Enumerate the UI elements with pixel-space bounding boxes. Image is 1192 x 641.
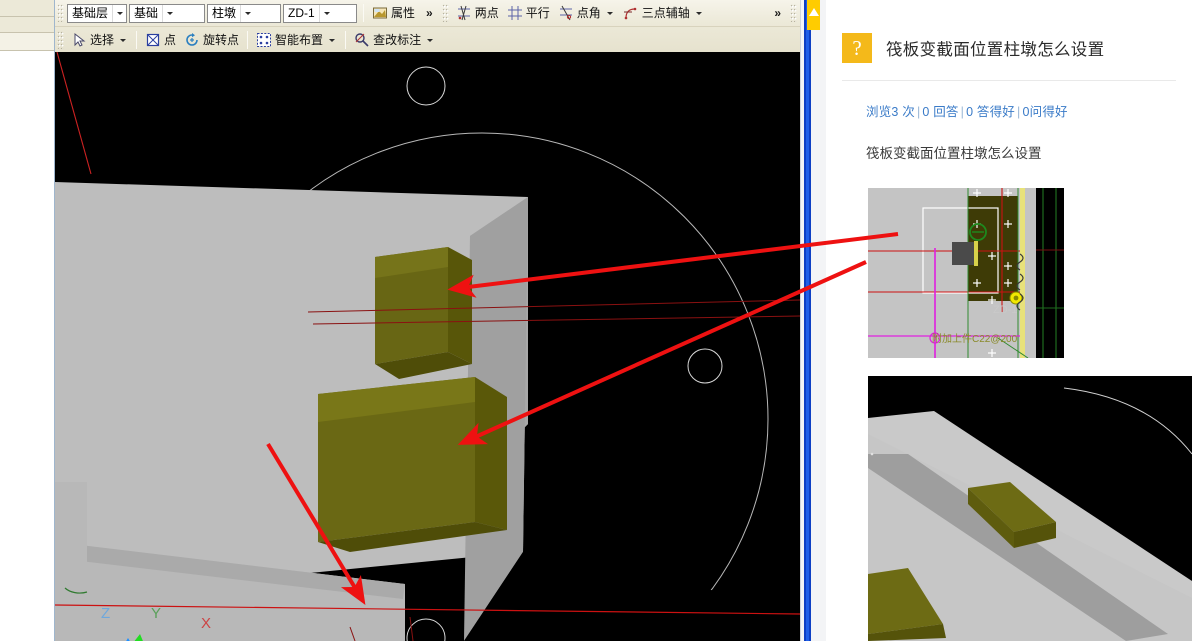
question-title: 筏板变截面位置柱墩怎么设置	[886, 41, 1105, 59]
left-panel-body	[0, 51, 54, 641]
rotate-point-button[interactable]: 旋转点	[180, 29, 243, 51]
question-mark-icon: ?	[842, 33, 872, 63]
smart-layout-icon	[256, 32, 272, 48]
properties-button[interactable]: 属性	[368, 2, 419, 24]
rotate-point-icon	[184, 32, 200, 48]
parallel-button[interactable]: 平行	[503, 2, 554, 24]
scrollbar-rail-inner	[806, 0, 809, 641]
grip-handle-icon-3[interactable]	[790, 4, 797, 22]
chevron-down-icon[interactable]	[328, 34, 337, 46]
left-panel-band-1	[0, 0, 54, 17]
good-answers-count[interactable]: 0 答得好	[966, 105, 1015, 119]
rotate-point-button-label: 旋转点	[203, 32, 240, 47]
edit-annotation-icon	[354, 32, 370, 48]
question-stats: 浏览3 次 | 0 回答 | 0 答得好 | 0问得好	[826, 81, 1192, 120]
toolbar-separator-2	[136, 30, 138, 49]
cad-3d-viewport[interactable]: Z Y X	[55, 52, 800, 641]
scrollbar-rail[interactable]	[804, 0, 811, 641]
combo-element-type[interactable]: 柱墩	[207, 3, 281, 23]
answers-count[interactable]: 0 回答	[922, 105, 958, 119]
properties-button-label: 属性	[391, 6, 416, 20]
three-d-view-screenshot[interactable]	[868, 376, 1192, 641]
chevron-down-icon[interactable]	[426, 34, 435, 46]
toolbar-row-properties: 基础层 基础 柱墩 ZD-1 属性 » 两点 平行 点角 三点辅轴 »	[55, 0, 800, 26]
cad-plan-screenshot[interactable]: ZD-1 附加上件C22@200	[868, 188, 1064, 358]
chevron-down-icon[interactable]	[318, 4, 332, 22]
cad-3d-scene: Z Y X	[55, 52, 800, 641]
combo-floor-level[interactable]: 基础层	[67, 3, 127, 23]
good-questions-count[interactable]: 0问得好	[1022, 105, 1067, 119]
select-button-label: 选择	[90, 32, 115, 47]
point-button[interactable]: 点	[141, 29, 180, 51]
left-panel-band-2	[0, 17, 54, 33]
point-angle-button-label: 点角	[576, 6, 601, 20]
left-side-panel	[0, 0, 55, 641]
three-point-aux-axis-icon	[623, 5, 639, 21]
select-button[interactable]: 选择	[67, 29, 132, 51]
question-header: ? 筏板变截面位置柱墩怎么设置	[826, 0, 1192, 74]
point-angle-button[interactable]: 点角	[554, 2, 619, 24]
scrollbar-thumb[interactable]	[807, 0, 820, 30]
chevron-down-icon[interactable]	[695, 7, 704, 19]
two-point-button-label: 两点	[474, 6, 499, 20]
two-point-button[interactable]: 两点	[452, 2, 503, 24]
edit-annotation-button[interactable]: 查改标注	[350, 29, 439, 51]
chevron-down-icon[interactable]	[606, 7, 615, 19]
chevron-down-icon[interactable]	[162, 4, 175, 22]
properties-icon	[372, 5, 388, 21]
axis-label-z: Z	[101, 605, 110, 622]
toolbar-separator-3	[247, 30, 249, 49]
combo-floor-level-value: 基础层	[72, 5, 109, 20]
toolbar-separator	[363, 4, 364, 22]
three-point-aux-axis-button-label: 三点辅轴	[641, 6, 690, 20]
chevron-down-icon[interactable]	[240, 4, 253, 22]
point-icon	[145, 32, 161, 48]
toolbar-separator-4	[345, 30, 347, 49]
screen-root: 基础层 基础 柱墩 ZD-1 属性 » 两点 平行 点角 三点辅轴 » 选择 点…	[0, 0, 1192, 641]
stat-separator-2: |	[960, 105, 965, 119]
axis-label-y: Y	[151, 605, 161, 622]
axis-label-x: X	[201, 615, 211, 632]
grip-handle-icon[interactable]	[57, 4, 64, 22]
smart-layout-button[interactable]: 智能布置	[252, 29, 341, 51]
left-panel-band-3	[0, 33, 54, 51]
plan-rebar-note: 附加上件C22@200	[932, 332, 1018, 345]
combo-category-value: 基础	[134, 5, 159, 20]
parallel-button-label: 平行	[525, 6, 550, 20]
cursor-icon	[71, 32, 87, 48]
grip-handle-icon-4[interactable]	[57, 30, 64, 49]
chevron-down-icon[interactable]	[119, 34, 128, 46]
grip-handle-icon-2[interactable]	[441, 4, 449, 22]
toolbar-overflow-chevron-2[interactable]: »	[767, 6, 788, 20]
point-angle-icon	[558, 5, 574, 21]
plan-element-label: ZD-1	[993, 304, 1017, 316]
toolbar-area: 基础层 基础 柱墩 ZD-1 属性 » 两点 平行 点角 三点辅轴 » 选择 点…	[55, 0, 800, 52]
combo-element-name-value: ZD-1	[288, 5, 315, 20]
edit-annotation-button-label: 查改标注	[373, 32, 422, 47]
two-point-icon	[456, 5, 472, 21]
three-point-aux-axis-button[interactable]: 三点辅轴	[619, 2, 708, 24]
question-body-text: 筏板变截面位置柱墩怎么设置	[866, 146, 1042, 161]
combo-element-name[interactable]: ZD-1	[283, 3, 357, 23]
parallel-icon	[507, 5, 523, 21]
smart-layout-button-label: 智能布置	[275, 32, 324, 47]
combo-element-type-value: 柱墩	[212, 5, 237, 20]
views-count[interactable]: 浏览3 次	[866, 105, 915, 119]
combo-category[interactable]: 基础	[129, 3, 205, 23]
chevron-down-icon[interactable]	[112, 4, 125, 22]
toolbar-row-draw: 选择 点 旋转点 智能布置 查改标注	[55, 26, 800, 52]
vertical-scrollbar[interactable]	[800, 0, 826, 641]
point-button-label: 点	[164, 32, 177, 47]
toolbar-overflow-chevron-1[interactable]: »	[419, 6, 440, 20]
